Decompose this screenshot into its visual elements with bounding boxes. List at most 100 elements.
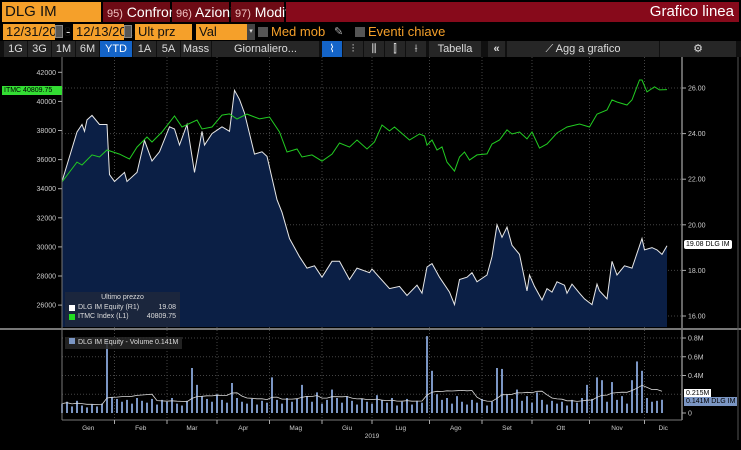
volume-bar <box>426 336 428 413</box>
volume-bar <box>116 398 118 413</box>
volume-bar <box>656 400 658 413</box>
volume-bar <box>576 402 578 413</box>
volume-bar <box>301 384 303 413</box>
volume-bar <box>531 402 533 413</box>
volume-bar <box>371 403 373 413</box>
left-tick-label: 38000 <box>37 128 57 135</box>
volume-tick-label: 0 <box>688 411 692 418</box>
price-legend: Ultimo prezzo DLG IM Equity (R1) 19.08 IT… <box>65 292 180 327</box>
volume-bar <box>261 400 263 413</box>
volume-bar <box>171 398 173 413</box>
volume-bar <box>466 404 468 413</box>
legend-dlg-name: DLG IM Equity (R1) <box>78 304 140 311</box>
volume-bar <box>131 403 133 413</box>
volume-bar <box>136 398 138 413</box>
price-chart[interactable]: 26000 28000 30000 32000 34000 36000 38000 40000… <box>0 0 741 450</box>
volume-bar <box>71 406 73 413</box>
volume-bar <box>451 403 453 413</box>
month-label: Mar <box>186 425 198 432</box>
month-label: Mag <box>289 425 302 432</box>
volume-bar <box>201 396 203 413</box>
volume-bar <box>281 403 283 413</box>
dlg-swatch <box>69 304 75 311</box>
volume-bar <box>441 399 443 413</box>
volume-bar <box>111 397 113 413</box>
volume-bar <box>156 404 158 413</box>
volume-bar <box>81 405 83 413</box>
volume-bar <box>456 396 458 413</box>
volume-bar <box>276 399 278 413</box>
volume-bar <box>641 370 643 413</box>
volume-bar <box>226 402 228 413</box>
volume-bar <box>401 401 403 413</box>
right-tick-label: 18.00 <box>688 268 706 275</box>
volume-bar <box>661 399 663 413</box>
volume-swatch <box>69 338 75 344</box>
volume-bar <box>121 401 123 413</box>
volume-bar <box>231 383 233 413</box>
volume-bar <box>331 389 333 413</box>
legend-title: Ultimo prezzo <box>101 294 144 301</box>
volume-bar <box>491 401 493 413</box>
right-tick-label: 24.00 <box>688 131 706 138</box>
volume-bar <box>501 368 503 413</box>
dlg-last-tag: 19.08 DLG IM <box>684 240 732 249</box>
month-label: Lug <box>395 425 406 432</box>
volume-tick-label: 0.6M <box>688 354 704 361</box>
volume-bar <box>326 399 328 413</box>
volume-bar <box>361 398 363 413</box>
volume-bar <box>206 398 208 413</box>
volume-bar <box>376 395 378 413</box>
volume-bar <box>321 403 323 413</box>
volume-tick-label: 0.4M <box>688 373 704 380</box>
volume-bar <box>181 405 183 413</box>
volume-bar <box>506 394 508 413</box>
volume-bar <box>556 403 558 413</box>
volume-bar <box>481 398 483 413</box>
volume-last-tag: 0.141M DLG IM <box>684 397 738 406</box>
volume-bar <box>211 401 213 413</box>
volume-bar <box>286 398 288 413</box>
volume-bar <box>266 402 268 413</box>
volume-bar <box>566 405 568 413</box>
volume-bar <box>216 394 218 413</box>
month-label: Feb <box>135 425 147 432</box>
volume-bar <box>256 404 258 413</box>
month-label: Ago <box>450 425 462 432</box>
month-label: Gen <box>82 425 95 432</box>
volume-bar <box>196 384 198 413</box>
legend-itmc-value: 40809.75 <box>146 313 176 320</box>
volume-bar <box>221 399 223 413</box>
volume-bar <box>306 396 308 413</box>
volume-bar <box>631 380 633 413</box>
itmc-last-tag: ITMC 40809.75 <box>2 86 62 95</box>
left-tick-label: 30000 <box>37 244 57 251</box>
volume-bar <box>436 394 438 413</box>
volume-bar <box>511 398 513 413</box>
right-tick-label: 22.00 <box>688 177 706 184</box>
volume-tick-label: 0.8M <box>688 336 704 343</box>
volume-bar <box>416 400 418 413</box>
volume-bar <box>571 399 573 413</box>
volume-bar <box>461 401 463 413</box>
volume-bar <box>86 407 88 413</box>
volume-bar <box>386 402 388 413</box>
volume-bar <box>126 399 128 413</box>
left-tick-label: 32000 <box>37 215 57 222</box>
volume-bar <box>521 400 523 413</box>
volume-bar <box>341 402 343 413</box>
volume-bar <box>176 403 178 413</box>
month-label: Ott <box>556 425 565 432</box>
itmc-swatch <box>69 313 75 320</box>
left-tick-label: 34000 <box>37 186 57 193</box>
month-label: Dic <box>659 425 669 432</box>
volume-bar <box>606 401 608 413</box>
volume-bar <box>621 396 623 413</box>
volume-bar <box>246 403 248 413</box>
left-tick-label: 40000 <box>37 99 57 106</box>
volume-bar <box>191 368 193 413</box>
volume-legend: DLG IM Equity - Volume 0.141M <box>65 337 183 349</box>
volume-bar <box>646 398 648 413</box>
legend-itmc-name: ITMC Index (L1) <box>78 313 129 320</box>
volume-bar <box>541 399 543 413</box>
